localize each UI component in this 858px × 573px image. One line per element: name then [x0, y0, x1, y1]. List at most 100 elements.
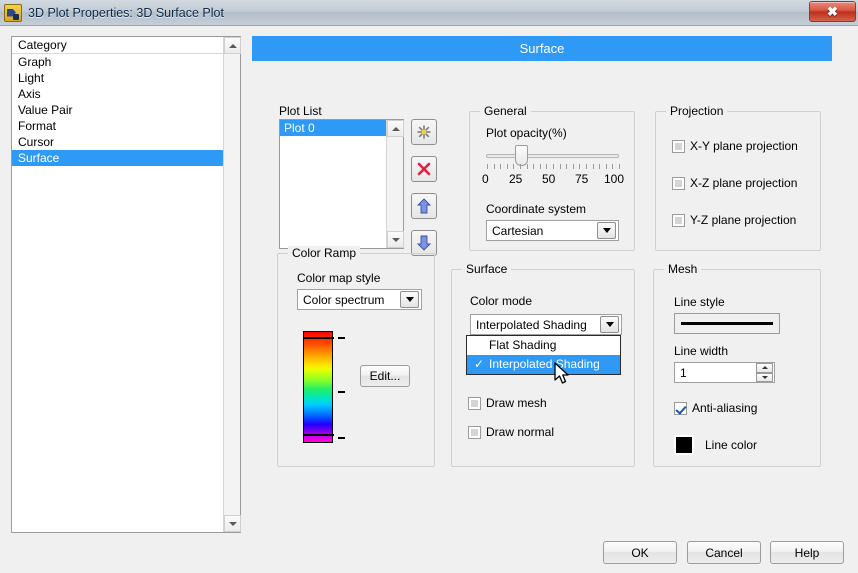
plot-scroll-down-icon[interactable]	[387, 231, 404, 248]
line-width-stepper[interactable]: 1	[674, 362, 775, 383]
line-width-label: Line width	[674, 344, 729, 358]
plot-opacity-slider[interactable]	[486, 154, 619, 158]
plot-list-label: Plot List	[279, 104, 322, 118]
checkbox-anti-aliasing-icon	[674, 401, 687, 415]
delete-plot-button[interactable]	[411, 156, 437, 182]
close-icon: ✖	[827, 3, 838, 19]
ok-button[interactable]: OK	[603, 541, 677, 564]
chevron-down-icon[interactable]	[597, 222, 616, 239]
chevron-down-icon[interactable]	[400, 291, 419, 308]
color-map-style-combo[interactable]: Color spectrum	[297, 289, 422, 310]
checkbox-draw-normal-label: Draw normal	[486, 425, 555, 439]
category-item-cursor[interactable]: Cursor	[12, 134, 223, 150]
scroll-up-icon[interactable]	[224, 37, 241, 54]
spin-up-icon[interactable]	[756, 363, 773, 373]
category-list[interactable]: Category Graph Light Axis Value Pair For…	[12, 37, 223, 532]
checkbox-anti-aliasing[interactable]: Anti-aliasing	[674, 401, 757, 415]
color-map-style-label: Color map style	[297, 271, 381, 285]
plot-list-item-plot-0[interactable]: Plot 0	[280, 120, 386, 136]
spin-down-icon[interactable]	[756, 372, 773, 382]
plot-list[interactable]: Plot 0	[280, 120, 386, 248]
add-plot-button[interactable]	[411, 119, 437, 145]
general-group-legend: General	[480, 104, 531, 118]
projection-group: Projection X-Y plane projection X-Z plan…	[655, 104, 821, 251]
checkbox-yz-plane-projection[interactable]: Y-Z plane projection	[672, 213, 796, 227]
line-width-value: 1	[680, 365, 687, 380]
coordinate-system-label: Coordinate system	[486, 202, 587, 216]
checkbox-draw-mesh[interactable]: Draw mesh	[468, 396, 547, 410]
ok-button-label: OK	[631, 545, 649, 560]
scroll-down-icon[interactable]	[224, 515, 241, 532]
category-item-value-pair[interactable]: Value Pair	[12, 102, 223, 118]
color-ramp-group: Color Ramp Color map style Color spectru…	[277, 246, 435, 467]
general-group: General Plot opacity(%) 0 25 50 75 100 C…	[469, 104, 635, 251]
plot-scroll-up-icon[interactable]	[387, 120, 404, 137]
asterisk-icon	[417, 125, 431, 139]
window-title: 3D Plot Properties: 3D Surface Plot	[28, 5, 224, 20]
coordinate-system-combo[interactable]: Cartesian	[486, 220, 619, 241]
color-ramp-gradient[interactable]	[303, 331, 334, 443]
coordinate-system-value: Cartesian	[492, 223, 544, 238]
close-button[interactable]: ✖	[809, 1, 856, 22]
color-ramp-tick-top	[338, 337, 345, 339]
checkbox-xy-plane-projection[interactable]: X-Y plane projection	[672, 139, 798, 153]
opacity-tick-0: 0	[482, 172, 489, 186]
line-style-selector[interactable]	[674, 313, 780, 334]
red-x-icon	[417, 162, 431, 176]
checkbox-xz-plane-projection[interactable]: X-Z plane projection	[672, 176, 797, 190]
category-item-format[interactable]: Format	[12, 118, 223, 134]
opacity-tick-75: 75	[575, 172, 589, 186]
checkbox-xy-label: X-Y plane projection	[690, 139, 798, 153]
window-titlebar: 3D Plot Properties: 3D Surface Plot ✖	[0, 0, 858, 26]
arrow-down-icon	[417, 235, 431, 251]
category-item-light[interactable]: Light	[12, 70, 223, 86]
line-color-swatch[interactable]	[675, 436, 693, 454]
surface-group-legend: Surface	[462, 262, 512, 276]
line-style-label: Line style	[674, 295, 725, 309]
dropdown-option-interpolated-shading-label: Interpolated Shading	[489, 357, 600, 371]
checkbox-xy-icon	[672, 139, 685, 153]
opacity-tick-marks	[487, 164, 620, 169]
move-up-button[interactable]	[411, 193, 437, 219]
checkbox-draw-normal[interactable]: Draw normal	[468, 425, 554, 439]
category-item-axis[interactable]: Axis	[12, 86, 223, 102]
checkbox-yz-icon	[672, 213, 685, 227]
labview-plot-icon	[4, 3, 22, 22]
chevron-down-icon[interactable]	[600, 316, 619, 333]
edit-button-label: Edit...	[369, 369, 401, 383]
opacity-tick-25: 25	[509, 172, 523, 186]
plot-opacity-slider-thumb[interactable]	[515, 145, 528, 166]
category-item-surface[interactable]: Surface	[12, 150, 223, 166]
cancel-button[interactable]: Cancel	[687, 541, 761, 564]
color-ramp-group-legend: Color Ramp	[288, 246, 361, 260]
color-mode-combo[interactable]: Interpolated Shading	[470, 314, 622, 335]
dropdown-option-interpolated-shading[interactable]: ✓ Interpolated Shading	[467, 355, 620, 374]
line-color-label: Line color	[705, 438, 758, 452]
line-width-spin-buttons[interactable]	[756, 363, 773, 382]
projection-group-legend: Projection	[666, 104, 728, 118]
category-item-graph[interactable]: Graph	[12, 54, 223, 70]
color-ramp-upper-marker	[304, 337, 334, 339]
plot-list-scrollbar[interactable]	[386, 120, 404, 248]
color-ramp-tick-mid	[338, 391, 345, 393]
checkmark-icon: ✓	[474, 357, 485, 371]
solid-line-icon	[681, 322, 773, 325]
cancel-button-label: Cancel	[705, 545, 743, 560]
category-panel: Category Graph Light Axis Value Pair For…	[11, 36, 241, 533]
color-ramp-tick-bottom	[338, 437, 345, 439]
dialog-body: Category Graph Light Axis Value Pair For…	[0, 26, 858, 573]
plot-opacity-label: Plot opacity(%)	[486, 126, 567, 140]
mesh-group-legend: Mesh	[664, 262, 702, 276]
category-scrollbar[interactable]	[223, 37, 241, 532]
dropdown-option-flat-shading[interactable]: Flat Shading	[467, 336, 620, 355]
edit-color-ramp-button[interactable]: Edit...	[360, 365, 410, 387]
color-mode-dropdown-list[interactable]: Flat Shading ✓ Interpolated Shading	[466, 335, 621, 375]
help-button-label: Help	[794, 545, 820, 560]
checkbox-draw-normal-icon	[468, 425, 481, 439]
help-button[interactable]: Help	[770, 541, 844, 564]
checkbox-anti-aliasing-label: Anti-aliasing	[692, 401, 758, 415]
plot-list-box: Plot 0	[279, 119, 404, 249]
page-title-banner: Surface	[252, 36, 832, 61]
color-map-style-value: Color spectrum	[303, 292, 385, 307]
arrow-up-icon	[417, 198, 431, 214]
